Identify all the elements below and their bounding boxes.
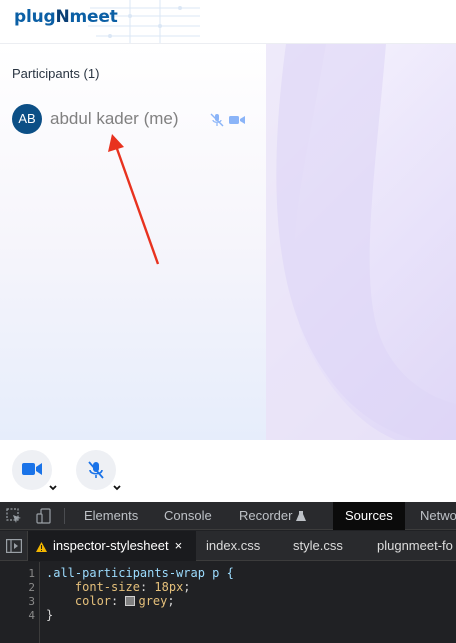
tab-elements[interactable]: Elements <box>84 502 138 530</box>
app-logo[interactable]: plugNmeet <box>14 7 118 27</box>
line-number: 2 <box>28 581 35 594</box>
avatar: AB <box>12 104 42 134</box>
tab-console[interactable]: Console <box>164 502 212 530</box>
code-editor[interactable]: 1 2 3 4 .all-participants-wrap p { font-… <box>0 562 456 643</box>
annotation-arrow <box>108 134 160 265</box>
flask-icon <box>296 511 307 522</box>
app-header: plugNmeet <box>0 0 456 44</box>
devtools-panel: Elements Console Recorder Sources Netwo … <box>0 502 456 643</box>
file-tab-inspector-stylesheet[interactable]: inspector-stylesheet × <box>28 531 196 561</box>
mic-muted-icon <box>210 113 224 127</box>
toolbar-divider <box>64 508 65 524</box>
logo-suffix: meet <box>69 7 118 27</box>
inspect-element-icon[interactable] <box>6 508 22 524</box>
css-declaration-font-size: font-size: 18px; <box>74 580 191 594</box>
control-bar <box>0 440 456 502</box>
line-gutter: 1 2 3 4 <box>0 562 40 643</box>
app-window: plugNmeet Participants (1) AB abdul kade… <box>0 0 456 643</box>
warning-icon <box>36 541 47 552</box>
camera-icon <box>22 463 42 475</box>
line-number: 1 <box>28 567 35 580</box>
css-closing-brace: } <box>46 608 54 622</box>
file-tab-index-css[interactable]: index.css <box>206 531 260 561</box>
file-tab-style-css[interactable]: style.css <box>293 531 343 561</box>
logo-prefix: plug <box>14 7 56 27</box>
close-icon[interactable]: × <box>175 531 183 561</box>
chevron-down-icon[interactable] <box>48 484 58 492</box>
line-number: 3 <box>28 595 35 608</box>
mic-muted-icon <box>88 461 104 479</box>
device-toolbar-icon[interactable] <box>36 508 52 524</box>
tab-recorder-label: Recorder <box>239 508 293 523</box>
css-declaration-color: color: grey; <box>74 594 175 608</box>
color-swatch[interactable] <box>125 596 136 606</box>
camera-button[interactable] <box>12 450 57 491</box>
devtools-tabbar: Elements Console Recorder Sources Netwo <box>0 502 456 530</box>
css-value: 18px <box>154 580 184 594</box>
file-tab-label: inspector-stylesheet <box>53 538 169 553</box>
sources-file-tabs: inspector-stylesheet × index.css style.cs… <box>0 531 456 561</box>
stage-background-shape <box>266 44 456 440</box>
camera-icon <box>229 116 245 124</box>
logo-n: N <box>55 7 70 27</box>
css-property: font-size <box>74 580 140 594</box>
css-property: color <box>74 594 112 608</box>
tab-sources[interactable]: Sources <box>333 502 405 530</box>
file-tab-plugnmeet[interactable]: plugnmeet-fo <box>377 531 453 561</box>
microphone-button[interactable] <box>76 450 121 491</box>
participants-title: Participants (1) <box>12 66 100 81</box>
tab-recorder[interactable]: Recorder <box>239 502 307 530</box>
css-selector-line: .all-participants-wrap p { <box>46 566 234 580</box>
navigator-toggle-icon[interactable] <box>6 539 22 553</box>
main-stage <box>266 44 456 440</box>
tab-network[interactable]: Netwo <box>420 502 456 530</box>
chevron-down-icon[interactable] <box>112 484 122 492</box>
css-value: grey <box>138 594 168 608</box>
participant-name: abdul kader (me) <box>50 109 179 128</box>
line-number: 4 <box>28 609 35 622</box>
